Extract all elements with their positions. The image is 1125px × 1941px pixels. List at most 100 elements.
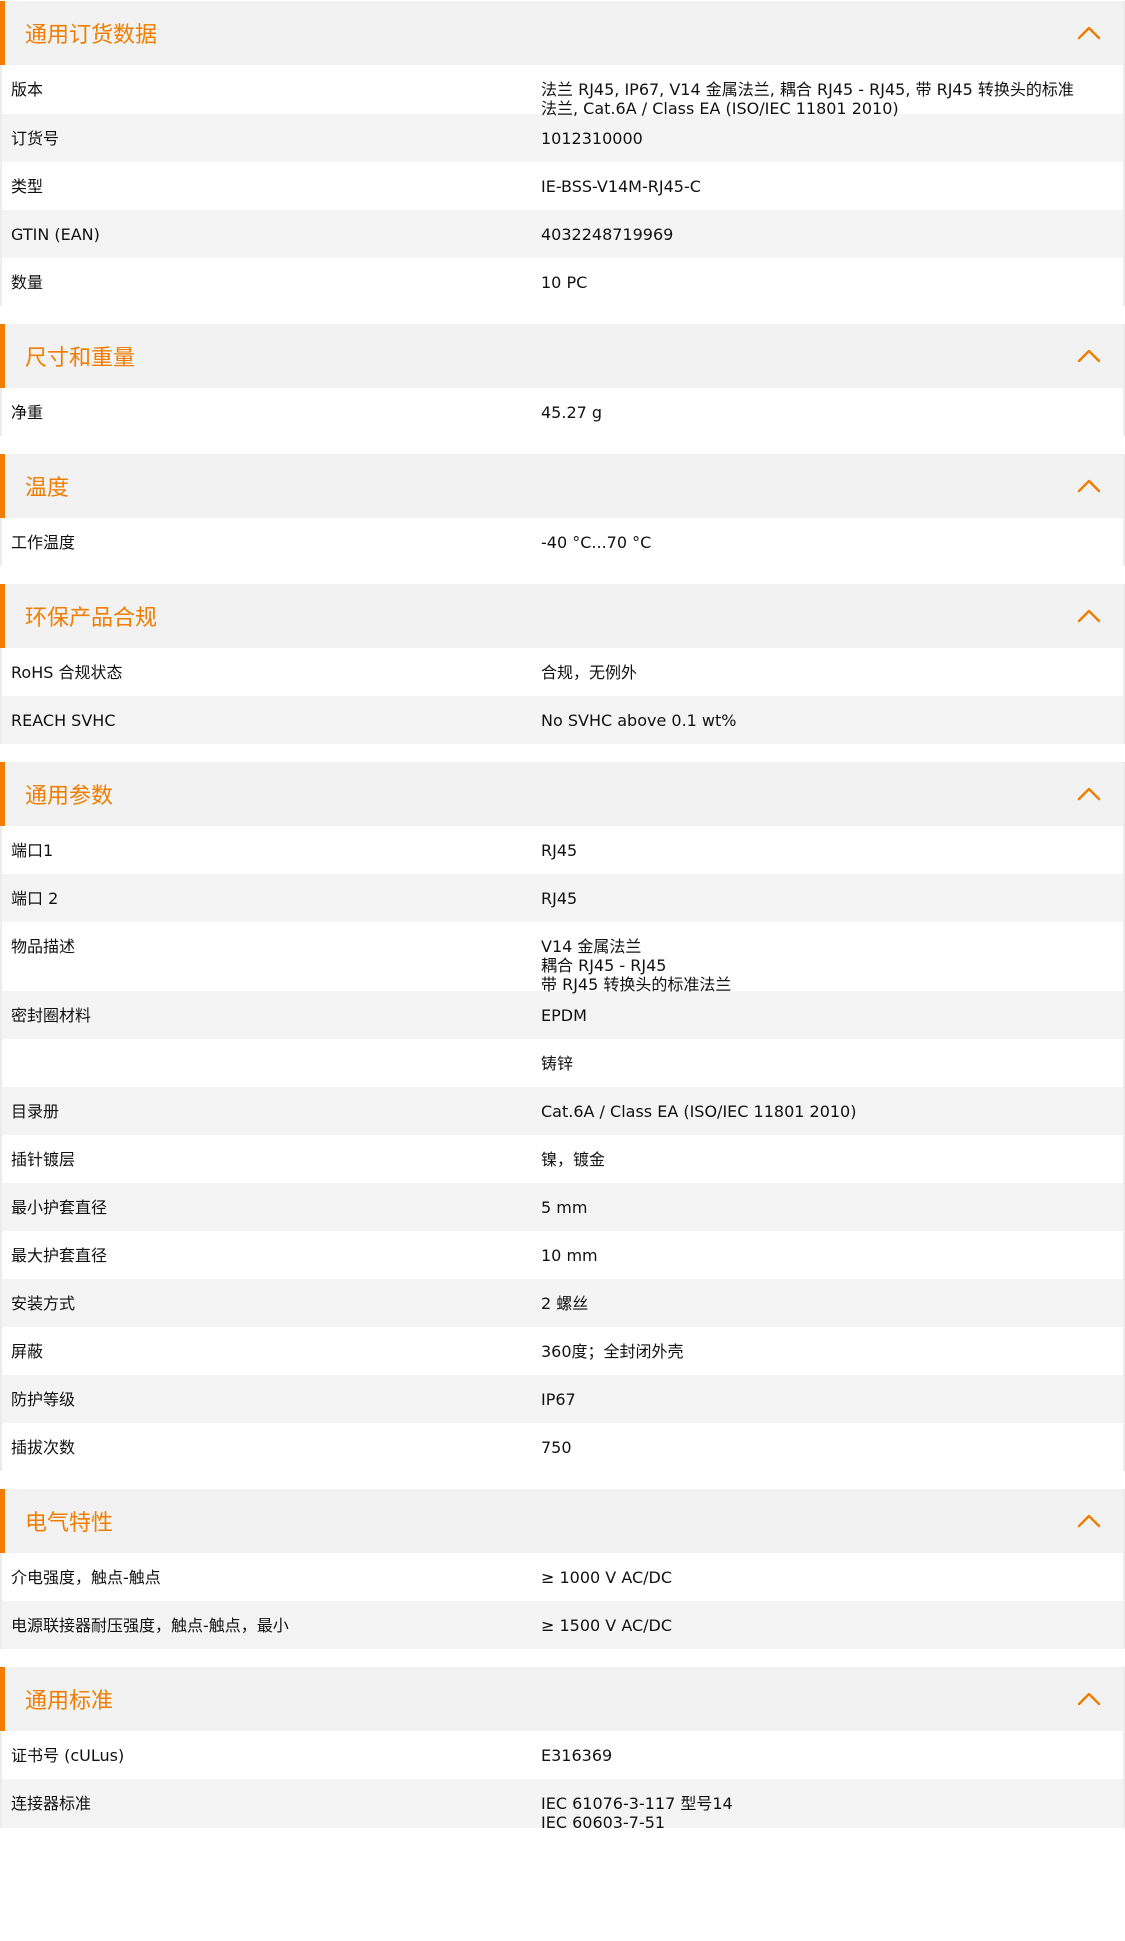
spec-label: 数量 [11,273,44,292]
spec-value: No SVHC above 0.1 wt% [541,711,1123,730]
spec-value: 750 [541,1438,1123,1457]
section-gap [0,566,1125,584]
spec-value: 1012310000 [541,129,1123,148]
spec-label: 插拔次数 [11,1438,76,1457]
spec-value: IEC 61076-3-117 型号14 IEC 60603-7-51 [541,1794,1123,1832]
spec-value-line: IEC 61076-3-117 型号14 [541,1794,733,1813]
spec-value: 10 PC [541,273,1123,292]
spec-section: 尺寸和重量净重 45.27 g [0,324,1125,436]
spec-row: 订货号 1012310000 [2,114,1123,162]
spec-row: 屏蔽 360度；全封闭外壳 [2,1327,1123,1375]
spec-value: RJ45 [541,889,1123,908]
spec-value-line: 带 RJ45 转换头的标准法兰 [541,975,732,994]
spec-value-line: 耦合 RJ45 - RJ45 [541,956,667,975]
spec-value: 法兰 RJ45, IP67, V14 金属法兰, 耦合 RJ45 - RJ45,… [541,80,1123,118]
section-header[interactable]: 尺寸和重量 [0,324,1123,388]
section-title: 尺寸和重量 [25,346,136,371]
spec-row: 插拔次数 750 [2,1423,1123,1471]
chevron-up-icon[interactable] [1069,1679,1109,1719]
spec-label: 安装方式 [11,1294,76,1313]
spec-value: 10 mm [541,1246,1123,1265]
section-header[interactable]: 电气特性 [0,1489,1123,1553]
section-gap [0,1649,1125,1667]
spec-value-line: -40 °C...70 °C [541,533,652,552]
section-header[interactable]: 通用标准 [0,1667,1123,1731]
spec-label: 端口1 [11,841,54,860]
spec-row: 净重 45.27 g [2,388,1123,436]
section-header[interactable]: 温度 [0,454,1123,518]
spec-value-line: ≥ 1500 V AC/DC [541,1616,673,1635]
spec-section: 温度 工作温度 -40 °C...70 °C [0,454,1125,566]
spec-row: 端口 2 RJ45 [2,874,1123,922]
spec-row: 防护等级 IP67 [2,1375,1123,1423]
section-title: 电气特性 [25,1511,114,1536]
spec-row: 安装方式 2 螺丝 [2,1279,1123,1327]
spec-value-line: 镍，镀金 [541,1150,606,1169]
spec-label: 类型 [11,177,44,196]
spec-value-line: 45.27 g [541,403,603,422]
spec-label: 版本 [11,80,44,99]
chevron-up-icon[interactable] [1069,466,1109,506]
spec-row: REACH SVHC No SVHC above 0.1 wt% [2,696,1123,744]
spec-value: IE-BSS-V14M-RJ45-C [541,177,1123,196]
spec-row: 物品描述 V14 金属法兰 耦合 RJ45 - RJ45 带 RJ45 转换头的标准法… [2,922,1123,994]
spec-section: 环保产品合规 RoHS 合规状态 合规，无例外 REACH SVHC No SVHC a… [0,584,1125,744]
spec-label: 防护等级 [11,1390,76,1409]
spec-label: 介电强度，触点-触点 [11,1568,161,1587]
chevron-up-icon[interactable] [1069,1501,1109,1541]
spec-value-line: 4032248719969 [541,225,674,244]
section-title: 通用参数 [25,784,114,809]
section-header[interactable]: 环保产品合规 [0,584,1123,648]
spec-value: IP67 [541,1390,1123,1409]
spec-row: 密封圈材料 EPDM [2,991,1123,1039]
spec-value-line: RJ45 [541,841,578,860]
spec-value: 4032248719969 [541,225,1123,244]
spec-label: GTIN (EAN) [11,225,100,244]
spec-value: EPDM [541,1006,1123,1025]
spec-value-line: 10 mm [541,1246,598,1265]
spec-value-line: No SVHC above 0.1 wt% [541,711,737,730]
spec-value: -40 °C...70 °C [541,533,1123,552]
spec-value: 5 mm [541,1198,1123,1217]
spec-value-line: 360度；全封闭外壳 [541,1342,684,1361]
spec-row: 最小护套直径 5 mm [2,1183,1123,1231]
section-header[interactable]: 通用订货数据 [0,1,1123,65]
spec-label: 电源联接器耐压强度，触点-触点，最小 [11,1616,289,1635]
spec-row: 电源联接器耐压强度，触点-触点，最小 ≥ 1500 V AC/DC [2,1601,1123,1649]
chevron-up-icon[interactable] [1069,596,1109,636]
section-title: 通用订货数据 [25,23,158,48]
spec-section: 通用订货数据版本 法兰 RJ45, IP67, V14 金属法兰, 耦合 RJ45… [0,1,1125,306]
spec-value: 合规，无例外 [541,663,1123,682]
spec-row: RoHS 合规状态 合规，无例外 [2,648,1123,696]
spec-value: ≥ 1000 V AC/DC [541,1568,1123,1587]
spec-value-line: 合规，无例外 [541,663,638,682]
spec-row: 连接器标准 IEC 61076-3-117 型号14 IEC 60603-7-51 [2,1779,1123,1832]
spec-value: 2 螺丝 [541,1294,1123,1313]
spec-row: 最大护套直径 10 mm [2,1231,1123,1279]
spec-row: 版本 法兰 RJ45, IP67, V14 金属法兰, 耦合 RJ45 - RJ4… [2,65,1123,118]
section-title: 温度 [25,476,70,501]
spec-label: 插针镀层 [11,1150,76,1169]
spec-value: 镍，镀金 [541,1150,1123,1169]
spec-label: 目录册 [11,1102,60,1121]
section-header[interactable]: 通用参数 [0,762,1123,826]
spec-value: E316369 [541,1746,1123,1765]
spec-value: Cat.6A / Class EA (ISO/IEC 11801 2010) [541,1102,1123,1121]
spec-value: 铸锌 [541,1054,1123,1073]
section-gap [0,436,1125,454]
spec-label: 密封圈材料 [11,1006,92,1025]
spec-value: RJ45 [541,841,1123,860]
chevron-up-icon[interactable] [1069,336,1109,376]
spec-row: GTIN (EAN) 4032248719969 [2,210,1123,258]
spec-value-line: 铸锌 [541,1054,574,1073]
spec-section: 电气特性介电强度，触点-触点 ≥ 1000 V AC/DC 电源联接器耐压强度，触点… [0,1489,1125,1649]
spec-label: 端口 2 [11,889,59,908]
section-title: 环保产品合规 [25,606,158,631]
chevron-up-icon[interactable] [1069,774,1109,814]
spec-value-line: IP67 [541,1390,576,1409]
spec-value-line: V14 金属法兰 [541,937,642,956]
spec-value-line: 2 螺丝 [541,1294,589,1313]
spec-label: 订货号 [11,129,60,148]
chevron-up-icon[interactable] [1069,13,1109,53]
spec-label: 证书号 (cULus) [11,1746,125,1765]
